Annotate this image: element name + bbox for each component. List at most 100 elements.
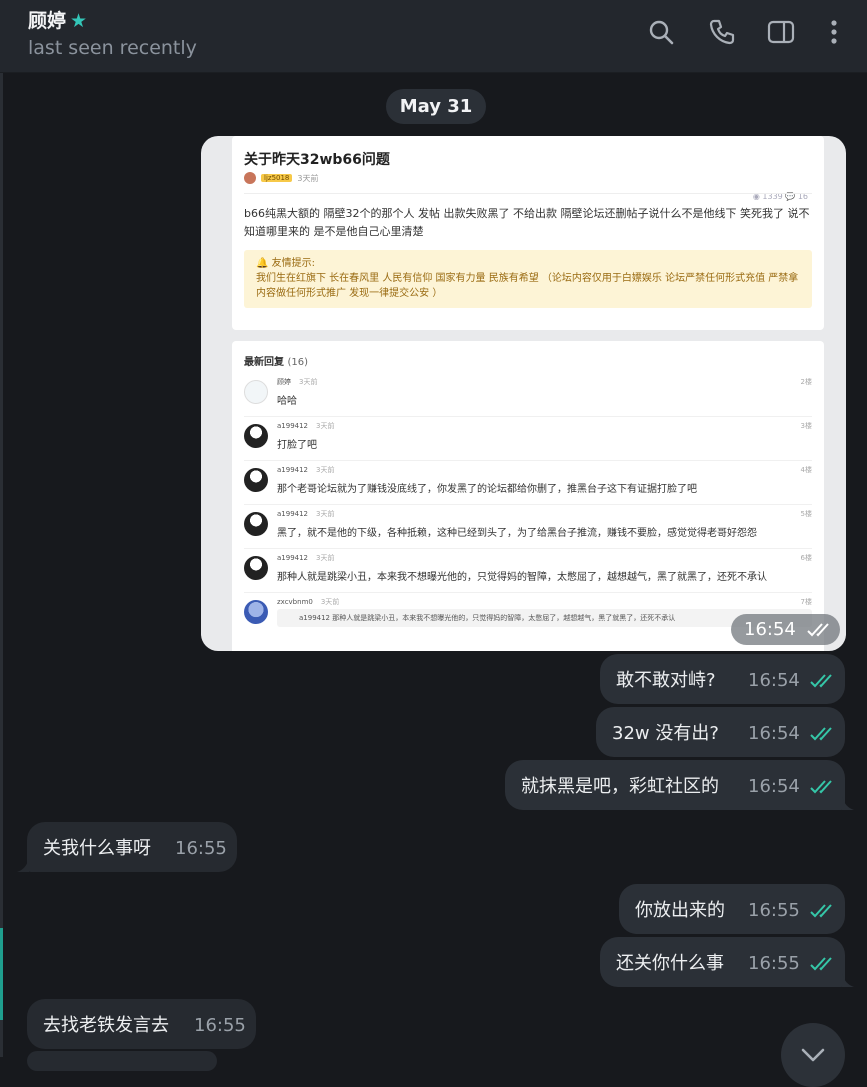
message-text: 去找老铁发言去 bbox=[43, 1015, 169, 1036]
bubble-tail bbox=[842, 973, 854, 987]
search-icon[interactable] bbox=[647, 18, 675, 46]
bubble-tail bbox=[842, 796, 854, 810]
reply-user-line: a199412 3天前 bbox=[277, 465, 334, 475]
reply-avatar bbox=[244, 468, 268, 492]
reply-avatar bbox=[244, 600, 268, 624]
reply-user-line: a199412 3天前 bbox=[277, 509, 334, 519]
post-title: 关于昨天32wb66问题 bbox=[244, 152, 390, 168]
reply-time: 3天前 bbox=[316, 510, 335, 518]
replies-header: 最新回复 (16) bbox=[244, 353, 308, 368]
message-time: 16:54 bbox=[748, 776, 800, 797]
reply-time: 3天前 bbox=[320, 598, 340, 606]
reply-floor: 5楼 bbox=[800, 510, 812, 518]
date-separator: May 31 bbox=[386, 89, 486, 124]
reply-user-line: a199412 3天前 bbox=[277, 553, 334, 563]
message-text: 敢不敢对峙? bbox=[616, 670, 716, 691]
star-icon: ★ bbox=[70, 10, 88, 32]
reply-text: 哈哈 bbox=[277, 396, 297, 407]
message-bubble-in[interactable]: 去找老铁发言去 16:55 bbox=[27, 999, 256, 1049]
reply-user: a199412 bbox=[277, 510, 309, 518]
read-check-icon bbox=[807, 623, 829, 637]
sidebar-toggle-icon[interactable] bbox=[767, 18, 795, 46]
post-tip: 🔔 友情提示: 我们生在红旗下 长在春风里 人民有信仰 国家有力量 民族有希望 … bbox=[244, 250, 812, 308]
reply-floor: 3楼 bbox=[800, 422, 812, 430]
left-divider bbox=[0, 73, 3, 1057]
message-time: 16:55 bbox=[748, 953, 800, 974]
message-text: 关我什么事呀 bbox=[43, 838, 151, 859]
read-check-icon bbox=[810, 957, 832, 971]
phone-icon[interactable] bbox=[708, 18, 736, 46]
message-bubble-out[interactable]: 32w 没有出? 16:54 bbox=[596, 707, 845, 757]
read-check-icon bbox=[810, 727, 832, 741]
reply-time: 3天前 bbox=[299, 378, 318, 386]
reply-user: a199412 bbox=[277, 466, 309, 474]
read-check-icon bbox=[810, 674, 832, 688]
reply-avatar bbox=[244, 556, 268, 580]
author-badge: ljz5018 bbox=[261, 174, 293, 182]
reply-user: zxcvbnm0 bbox=[277, 598, 313, 606]
reply-user-line: zxcvbnm0 3天前 bbox=[277, 597, 339, 607]
left-accent-bar bbox=[0, 928, 3, 1020]
message-bubble-out[interactable]: 就抹黑是吧，彩虹社区的 16:54 bbox=[505, 760, 845, 810]
message-bubble-out[interactable]: 你放出来的 16:55 bbox=[619, 884, 845, 934]
post-body: b66纯黑大额的 隔壁32个的那个人 发帖 出款失败黑了 不给出款 隔壁论坛还删… bbox=[244, 207, 810, 238]
photo-message[interactable]: 关于昨天32wb66问题 ljz5018 3天前 ◉ 1339 💬 16 b66… bbox=[201, 136, 846, 651]
reply-text: 那个老哥论坛就为了赚钱没底线了，你发黑了的论坛都给你删了，推黑台子这下有证据打脸… bbox=[277, 484, 697, 495]
reply-text: 黑了，就不是他的下级，各种抵赖，这种已经到头了，为了给黑台子推流，赚钱不要脸，感… bbox=[277, 528, 757, 539]
replies-header-label: 最新回复 bbox=[244, 357, 284, 368]
reply-item: a199412 3天前 6楼 那种人就是跳梁小丑，本来我不想曝光他的，只觉得妈的智… bbox=[244, 548, 812, 593]
message-bubble-out[interactable]: 还关你什么事 16:55 bbox=[600, 937, 845, 987]
message-time: 16:54 bbox=[748, 723, 800, 744]
reply-user: 顾婷 bbox=[277, 378, 291, 386]
bubble-tail bbox=[17, 858, 29, 872]
reply-user-line: a199412 3天前 bbox=[277, 421, 334, 431]
tip-title: 🔔 友情提示: bbox=[256, 258, 315, 269]
post-divider bbox=[244, 193, 812, 194]
reply-item: a199412 3天前 3楼 打脸了吧 bbox=[244, 416, 812, 461]
message-time: 16:55 bbox=[748, 900, 800, 921]
reply-time: 3天前 bbox=[316, 422, 335, 430]
scroll-down-button[interactable] bbox=[781, 1023, 845, 1087]
more-icon[interactable] bbox=[820, 18, 848, 46]
chevron-down-icon bbox=[801, 1048, 825, 1062]
message-time: 16:55 bbox=[194, 1015, 246, 1036]
replies-card: 最新回复 (16) 顾婷 3天前 2楼 哈哈 a199412 3天前 3楼 打脸了吧… bbox=[232, 341, 824, 651]
read-check-icon bbox=[810, 780, 832, 794]
reply-floor: 7楼 bbox=[800, 598, 812, 606]
reply-user: a199412 bbox=[277, 422, 309, 430]
reply-avatar bbox=[244, 380, 268, 404]
reply-floor: 6楼 bbox=[800, 554, 812, 562]
message-bubble-in-partial bbox=[27, 1051, 217, 1071]
message-text: 32w 没有出? bbox=[612, 723, 719, 744]
reply-text: 打脸了吧 bbox=[277, 440, 317, 451]
replies-count: (16) bbox=[287, 357, 309, 368]
post-meta: ljz5018 3天前 bbox=[244, 172, 318, 184]
reply-floor: 2楼 bbox=[800, 378, 812, 386]
contact-name[interactable]: 顾婷 ★ bbox=[28, 6, 87, 33]
contact-name-text: 顾婷 bbox=[28, 10, 67, 32]
reply-time: 3天前 bbox=[316, 466, 335, 474]
message-text: 还关你什么事 bbox=[616, 953, 724, 974]
message-bubble-in[interactable]: 关我什么事呀 16:55 bbox=[27, 822, 237, 872]
post-card: 关于昨天32wb66问题 ljz5018 3天前 ◉ 1339 💬 16 b66… bbox=[232, 136, 824, 330]
message-time: 16:54 bbox=[748, 670, 800, 691]
reply-avatar bbox=[244, 512, 268, 536]
chat-header: 顾婷 ★ last seen recently bbox=[0, 0, 867, 73]
message-time: 16:55 bbox=[175, 838, 227, 859]
photo-timestamp: 16:54 bbox=[731, 614, 840, 645]
message-text: 就抹黑是吧，彩虹社区的 bbox=[521, 776, 719, 797]
message-text: 你放出来的 bbox=[635, 900, 725, 921]
reply-text: 那种人就是跳梁小丑，本来我不想曝光他的，只觉得妈的智障，太憋屈了，越想越气，黑了… bbox=[277, 572, 767, 583]
last-seen-status: last seen recently bbox=[28, 37, 197, 59]
message-bubble-out[interactable]: 敢不敢对峙? 16:54 bbox=[600, 654, 845, 704]
reply-item: a199412 3天前 5楼 黑了，就不是他的下级，各种抵赖，这种已经到头了，为了… bbox=[244, 504, 812, 549]
author-avatar bbox=[244, 172, 256, 184]
read-check-icon bbox=[810, 904, 832, 918]
reply-avatar bbox=[244, 424, 268, 448]
post-time: 3天前 bbox=[297, 173, 319, 183]
reply-item: zxcvbnm0 3天前 7楼 a199412 那种人就是跳梁小丑，本来我不想曝光… bbox=[244, 592, 812, 636]
reply-user-line: 顾婷 3天前 bbox=[277, 377, 317, 387]
reply-time: 3天前 bbox=[316, 554, 335, 562]
reply-item: 顾婷 3天前 2楼 哈哈 bbox=[244, 372, 812, 417]
reply-floor: 4楼 bbox=[800, 466, 812, 474]
